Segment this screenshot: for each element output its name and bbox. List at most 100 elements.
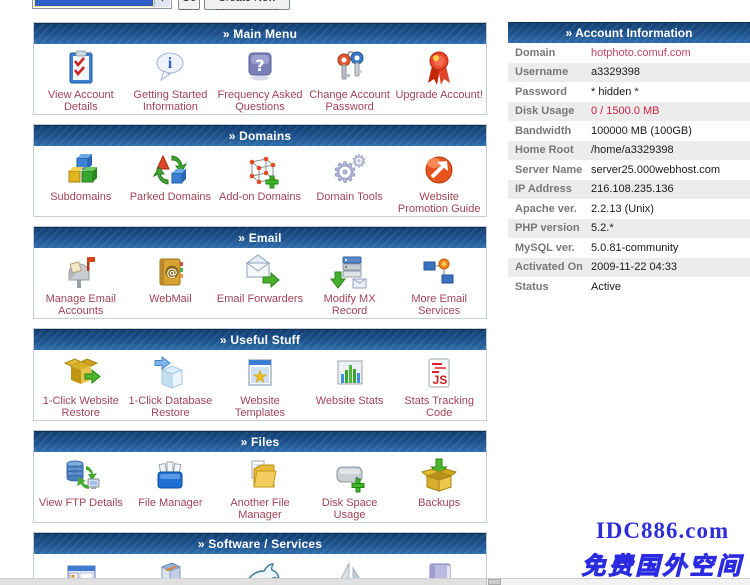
menu-item-label: Modify MX Record	[306, 293, 394, 317]
menu-item-frequency-asked-questions[interactable]: ? Frequency Asked Questions	[215, 47, 305, 112]
menu-item-more-email-services[interactable]: More Email Services	[394, 251, 484, 316]
svg-text:JS: JS	[433, 373, 448, 387]
chevron-down-icon: ▾	[154, 0, 170, 7]
watermark: IDC886.com 免费国外空间	[575, 518, 750, 581]
account-rows: Domain hotphoto.comuf.com Username a3329…	[508, 43, 750, 297]
menu-item-email-forwarders[interactable]: Email Forwarders	[215, 251, 305, 316]
account-row-domain: Domain hotphoto.comuf.com	[508, 43, 750, 63]
svg-text:?: ?	[255, 56, 264, 75]
menu-item-label: Change Account Password	[306, 89, 394, 113]
account-row-apache-ver: Apache ver. 2.2.13 (Unix)	[508, 199, 750, 219]
box-arrow-down-icon	[395, 455, 483, 497]
menu-item-webmail[interactable]: @ WebMail	[126, 251, 216, 316]
account-row-value: 100000 MB (100GB)	[591, 125, 692, 137]
account-row-label: Bandwidth	[508, 125, 591, 137]
menu-item-getting-started-information[interactable]: i Getting Started Information	[126, 47, 216, 112]
molecule-plus-icon	[216, 149, 304, 191]
section-useful-stuff: » Useful Stuff 1-Click Website Restore 1…	[33, 328, 487, 421]
menu-item-change-account-password[interactable]: Change Account Password	[305, 47, 395, 112]
account-row-label: MySQL ver.	[508, 242, 591, 254]
horizontal-scrollbar[interactable]	[0, 578, 750, 585]
folder-page-icon	[216, 455, 304, 497]
menu-item-parked-domains[interactable]: Parked Domains	[126, 149, 216, 214]
menu-item-manage-email-accounts[interactable]: Manage Email Accounts	[36, 251, 126, 316]
account-row-label: PHP version	[508, 222, 591, 234]
menu-item-file-manager[interactable]: File Manager	[126, 455, 216, 520]
menu-item-add-on-domains[interactable]: Add-on Domains	[215, 149, 305, 214]
account-row-ip-address: IP Address 216.108.235.136	[508, 180, 750, 200]
ftp-sync-icon	[37, 455, 125, 497]
menu-item-website-promotion-guide[interactable]: Website Promotion Guide	[394, 149, 484, 214]
scrollbar-thumb[interactable]	[0, 579, 487, 585]
account-row-label: Disk Usage	[508, 105, 591, 117]
account-select[interactable]: ▾	[32, 0, 172, 9]
account-row-activated-on: Activated On 2009-11-22 04:33	[508, 258, 750, 278]
account-row-value: server25.000webhost.com	[591, 164, 720, 176]
menu-item-label: Upgrade Account!	[395, 89, 483, 101]
account-row-php-version: PHP version 5.2.*	[508, 219, 750, 239]
account-row-label: Home Root	[508, 144, 591, 156]
menu-item-label: View Account Details	[37, 89, 125, 113]
gears-icon: ⚙⚙	[306, 149, 394, 191]
menu-item-stats-tracking-code[interactable]: JS Stats Tracking Code	[394, 353, 484, 418]
section-body: View Account Details i Getting Started I…	[34, 44, 486, 114]
menu-item-label: Website Promotion Guide	[395, 191, 483, 215]
menu-item-another-file-manager[interactable]: Another File Manager	[215, 455, 305, 520]
account-row-value: 0 / 1500.0 MB	[591, 105, 660, 117]
account-row-value: 216.108.235.136	[591, 183, 674, 195]
menu-item-label: WebMail	[127, 293, 215, 305]
svg-text:@: @	[167, 266, 178, 279]
menu-item-upgrade-account[interactable]: Upgrade Account!	[394, 47, 484, 112]
menu-item-website-stats[interactable]: Website Stats	[305, 353, 395, 418]
account-row-status: Status Active	[508, 277, 750, 297]
account-row-value: 2.2.13 (Unix)	[591, 203, 654, 215]
account-row-value: Active	[591, 281, 621, 293]
info-bubble-icon: i	[127, 47, 215, 89]
account-row-password: Password * hidden *	[508, 82, 750, 102]
menu-item-subdomains[interactable]: Subdomains	[36, 149, 126, 214]
cubes-icon	[37, 149, 125, 191]
menu-item-label: Another File Manager	[216, 497, 304, 521]
menu-item-domain-tools[interactable]: ⚙⚙ Domain Tools	[305, 149, 395, 214]
award-ribbon-icon	[395, 47, 483, 89]
menu-item-modify-mx-record[interactable]: Modify MX Record	[305, 251, 395, 316]
clipboard-check-icon	[37, 47, 125, 89]
account-row-value: /home/a3329398	[591, 144, 674, 156]
menu-item-disk-space-usage[interactable]: Disk Space Usage	[305, 455, 395, 520]
menu-item-label: Website Templates	[216, 395, 304, 419]
account-row-value[interactable]: hotphoto.comuf.com	[591, 47, 691, 59]
go-button[interactable]: Go	[178, 0, 200, 10]
menu-item-1-click-database-restore[interactable]: 1-Click Database Restore	[126, 353, 216, 418]
section-header: » Email	[34, 227, 486, 248]
menu-item-label: View FTP Details	[37, 497, 125, 509]
account-row-disk-usage: Disk Usage 0 / 1500.0 MB	[508, 102, 750, 122]
select-selected-option	[35, 0, 153, 6]
menu-item-label: Frequency Asked Questions	[216, 89, 304, 113]
section-body: View FTP Details File Manager Another Fi…	[34, 452, 486, 522]
watermark-site-text: IDC886.com	[575, 518, 750, 544]
section-header: » Domains	[34, 125, 486, 146]
account-row-username: Username a3329398	[508, 63, 750, 83]
account-row-label: Activated On	[508, 261, 591, 273]
menu-item-view-ftp-details[interactable]: View FTP Details	[36, 455, 126, 520]
menu-item-view-account-details[interactable]: View Account Details	[36, 47, 126, 112]
account-row-value: 5.2.*	[591, 222, 614, 234]
menu-item-1-click-website-restore[interactable]: 1-Click Website Restore	[36, 353, 126, 418]
menu-item-label: Domain Tools	[306, 191, 394, 203]
menu-item-website-templates[interactable]: ★ Website Templates	[215, 353, 305, 418]
account-row-bandwidth: Bandwidth 100000 MB (100GB)	[508, 121, 750, 141]
account-row-label: Domain	[508, 47, 591, 59]
menu-item-label: 1-Click Database Restore	[127, 395, 215, 419]
menu-item-backups[interactable]: Backups	[394, 455, 484, 520]
account-row-label: IP Address	[508, 183, 591, 195]
account-row-value: 2009-11-22 04:33	[591, 261, 677, 273]
section-body: Manage Email Accounts @ WebMail Email Fo…	[34, 248, 486, 318]
menu-item-label: Subdomains	[37, 191, 125, 203]
section-email: » Email Manage Email Accounts @ WebMail …	[33, 226, 487, 319]
bar-chart-icon	[306, 353, 394, 395]
disk-plus-icon	[306, 455, 394, 497]
section-body: Subdomains Parked Domains Add-on Domains…	[34, 146, 486, 216]
address-book-icon: @	[127, 251, 215, 293]
drawer-files-icon	[127, 455, 215, 497]
create-new-button[interactable]: Create New	[204, 0, 290, 10]
